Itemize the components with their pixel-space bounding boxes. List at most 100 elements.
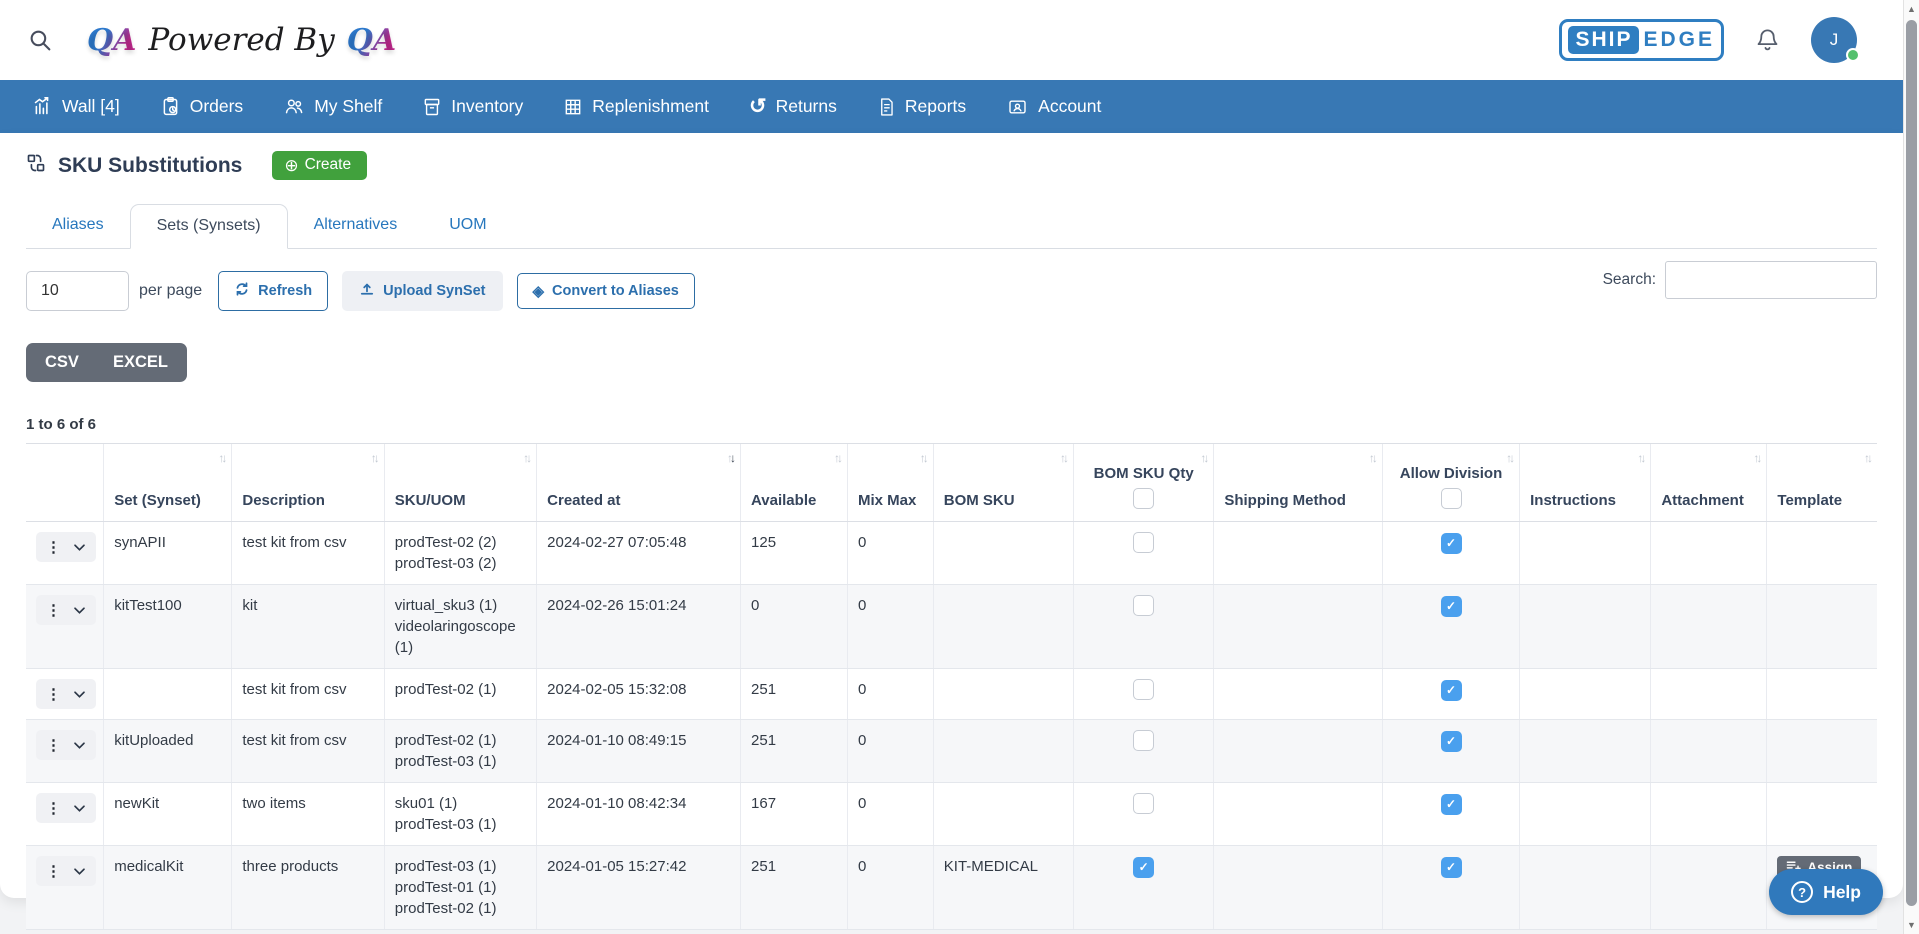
nav-item-account[interactable]: Account (1006, 96, 1101, 117)
sort-icon[interactable]: ↑↓ (920, 451, 926, 465)
column-label: Created at (547, 492, 620, 509)
sort-icon[interactable]: ↑↓ (1369, 451, 1375, 465)
bom-sku-qty-checkbox[interactable] (1133, 730, 1154, 751)
tab-alternatives[interactable]: Alternatives (288, 204, 424, 248)
bom-sku-qty-checkbox[interactable] (1133, 793, 1154, 814)
nav-item-wall[interactable]: Wall [4] (32, 96, 120, 117)
column-header-bom_sku[interactable]: ↑↓BOM SKU (933, 444, 1073, 522)
cell-bom-sku-qty: ✓ (1074, 846, 1214, 930)
row-actions[interactable]: ⋮ (36, 595, 96, 625)
user-avatar[interactable]: J (1811, 17, 1857, 63)
tab-uom[interactable]: UOM (423, 204, 512, 248)
allow-division-checkbox[interactable]: ✓ (1441, 794, 1462, 815)
row-actions[interactable]: ⋮ (36, 679, 96, 709)
document-icon (877, 97, 896, 117)
column-header-template[interactable]: ↑↓Template (1767, 444, 1877, 522)
sort-icon[interactable]: ↑↓ (834, 451, 840, 465)
kebab-menu-icon[interactable]: ⋮ (46, 864, 61, 879)
allow-division-checkbox[interactable]: ✓ (1441, 533, 1462, 554)
chevron-down-icon[interactable] (73, 798, 86, 819)
nav-item-label: Wall [4] (62, 96, 120, 117)
export-excel-button[interactable]: EXCEL (96, 345, 185, 380)
sort-icon[interactable]: ↑↓ (1060, 451, 1066, 465)
upload-synset-button[interactable]: Upload SynSet (342, 271, 502, 311)
bom-sku-qty-checkbox[interactable] (1133, 532, 1154, 553)
sort-icon[interactable]: ↑↓ (1864, 451, 1870, 465)
nav-item-reports[interactable]: Reports (877, 96, 966, 117)
column-header-set[interactable]: ↑↓Set (Synset) (104, 444, 232, 522)
column-header-shipping_method[interactable]: ↑↓Shipping Method (1214, 444, 1383, 522)
convert-to-aliases-button[interactable]: ◈ Convert to Aliases (517, 273, 695, 309)
bom-sku-qty-checkbox[interactable]: ✓ (1133, 857, 1154, 878)
per-page-label: per page (139, 282, 202, 300)
help-button[interactable]: ? Help (1769, 869, 1883, 915)
kebab-menu-icon[interactable]: ⋮ (46, 540, 61, 555)
scrollbar-up-arrow[interactable]: ▲ (1904, 4, 1919, 14)
nav-item-replenishment[interactable]: Replenishment (563, 96, 709, 117)
nav-item-my-shelf[interactable]: My Shelf (283, 96, 382, 117)
bom-sku-qty-checkbox[interactable] (1133, 679, 1154, 700)
diamond-icon: ◈ (533, 284, 545, 299)
row-actions[interactable]: ⋮ (36, 856, 96, 886)
column-header-mix_max[interactable]: ↑↓Mix Max (847, 444, 933, 522)
allow-division-checkbox[interactable]: ✓ (1441, 596, 1462, 617)
table-search-input[interactable] (1665, 261, 1877, 299)
column-header-allow_division[interactable]: ↑↓Allow Division (1382, 444, 1519, 522)
kebab-menu-icon[interactable]: ⋮ (46, 801, 61, 816)
column-label: Attachment (1661, 492, 1744, 509)
row-actions[interactable]: ⋮ (36, 793, 96, 823)
header-checkbox-allow_division[interactable] (1441, 488, 1462, 509)
sort-icon[interactable]: ↑↓ (1200, 451, 1206, 465)
allow-division-checkbox[interactable]: ✓ (1441, 857, 1462, 878)
column-header-attachment[interactable]: ↑↓ Attachment (1651, 444, 1767, 522)
create-button-label: Create (305, 156, 352, 174)
chevron-down-icon[interactable] (73, 861, 86, 882)
vertical-scrollbar[interactable]: ▲ ▼ (1903, 0, 1919, 934)
cell-created-at: 2024-02-05 15:32:08 (537, 669, 741, 720)
chevron-down-icon[interactable] (73, 537, 86, 558)
tab-sets-synsets[interactable]: Sets (Synsets) (130, 204, 288, 249)
refresh-button[interactable]: Refresh (218, 271, 328, 311)
chevron-down-icon[interactable] (73, 684, 86, 705)
sort-icon[interactable]: ↑↓ (523, 451, 529, 465)
kebab-menu-icon[interactable]: ⋮ (46, 603, 61, 618)
scrollbar-down-arrow[interactable]: ▼ (1904, 920, 1919, 930)
sort-icon[interactable]: ↑↓ (218, 451, 224, 465)
sort-icon[interactable]: ↑↓ (727, 451, 733, 465)
chevron-down-icon[interactable] (73, 600, 86, 621)
nav-item-orders[interactable]: Orders (160, 96, 243, 117)
sort-icon[interactable]: ↑↓ (1506, 451, 1512, 465)
chevron-down-icon[interactable] (73, 735, 86, 756)
kebab-menu-icon[interactable]: ⋮ (46, 687, 61, 702)
kebab-menu-icon[interactable]: ⋮ (46, 738, 61, 753)
column-header-instructions[interactable]: ↑↓Instructions (1520, 444, 1651, 522)
bom-sku-qty-checkbox[interactable] (1133, 595, 1154, 616)
sort-icon[interactable]: ↑↓ (1753, 451, 1759, 465)
column-header-bom_sku_qty[interactable]: ↑↓BOM SKU Qty (1074, 444, 1214, 522)
nav-item-inventory[interactable]: Inventory (422, 96, 523, 117)
column-header-available[interactable]: ↑↓Available (741, 444, 848, 522)
cell-shipping-method (1214, 846, 1383, 930)
allow-division-checkbox[interactable]: ✓ (1441, 680, 1462, 701)
sort-icon[interactable]: ↑↓ (1637, 451, 1643, 465)
cell-sku-uom: prodTest-02 (1) (384, 669, 536, 720)
sort-icon[interactable]: ↑↓ (371, 451, 377, 465)
notifications-bell-icon[interactable] (1754, 27, 1781, 54)
create-button[interactable]: ⊕ Create (272, 151, 367, 180)
table-row: ⋮kitUploadedtest kit from csvprodTest-02… (26, 720, 1877, 783)
per-page-input[interactable] (26, 271, 129, 311)
column-header-sku_uom[interactable]: ↑↓SKU/UOM (384, 444, 536, 522)
nav-item-returns[interactable]: ↺Returns (749, 96, 837, 117)
column-label: Allow Division (1400, 465, 1503, 482)
column-header-created_at[interactable]: ↑↓ Created at (537, 444, 741, 522)
tab-aliases[interactable]: Aliases (26, 204, 130, 248)
box-icon (422, 97, 442, 117)
search-icon[interactable] (28, 28, 53, 53)
row-actions[interactable]: ⋮ (36, 532, 96, 562)
scrollbar-thumb[interactable] (1906, 20, 1917, 906)
column-header-description[interactable]: ↑↓Description (232, 444, 384, 522)
header-checkbox-bom_sku_qty[interactable] (1133, 488, 1154, 509)
row-actions[interactable]: ⋮ (36, 730, 96, 760)
export-csv-button[interactable]: CSV (28, 345, 96, 380)
allow-division-checkbox[interactable]: ✓ (1441, 731, 1462, 752)
